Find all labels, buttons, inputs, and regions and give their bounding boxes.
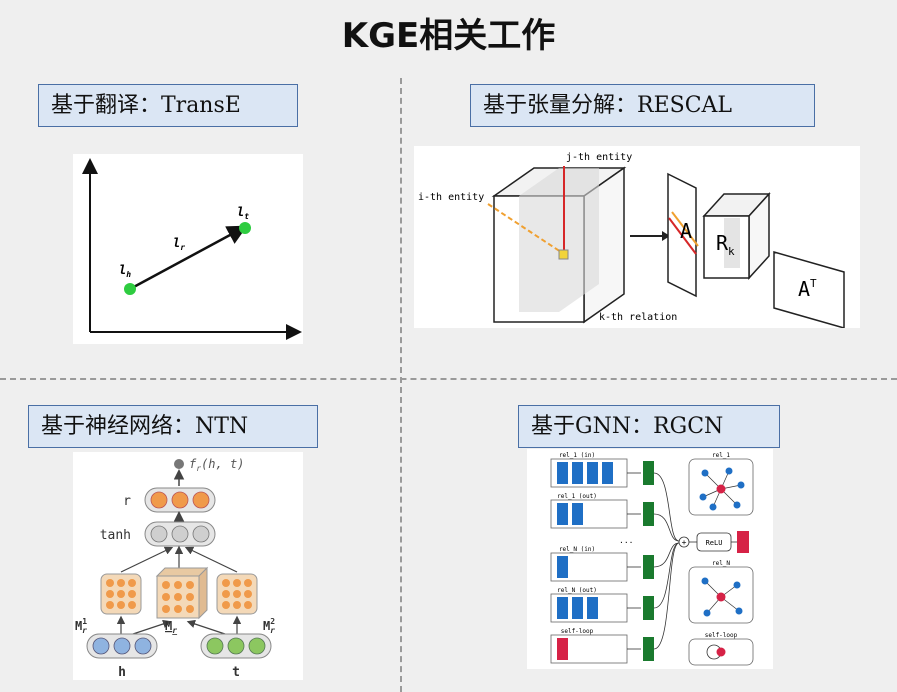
i-entity-label: i-th entity [418, 192, 484, 203]
rgcn-row: rel_N (in) [550, 546, 654, 582]
j-entity-label: j-th entity [566, 152, 632, 163]
rgcn-diagram: rel_1 (in) rel_1 (out) ... rel_N (in) re… [527, 449, 773, 669]
rescal-label: 基于张量分解：RESCAL [470, 84, 815, 127]
svg-text:M2r: M2 r [263, 617, 275, 635]
score-args: (h, t) [201, 457, 244, 471]
matrix-r-sub: k [728, 245, 735, 258]
rel-1-graph: rel_1 [688, 452, 754, 516]
self-loop-graph: self-loop [688, 632, 754, 666]
matrix-a-label: A [680, 219, 692, 243]
relation-vector [129, 225, 248, 291]
row-ellipsis: ... [619, 536, 633, 545]
rel-n-graph: rel_N [688, 560, 754, 624]
m1-sup: 1 [82, 617, 87, 626]
k-relation-label: k-th relation [599, 312, 677, 323]
relation-sub: r [180, 243, 185, 252]
graph-label: rel_N [712, 560, 730, 567]
h-label: h [118, 665, 126, 680]
rgcn-network: rel_1 (in) rel_1 (out) ... rel_N (in) re… [550, 452, 754, 666]
row-label: rel_1 (out) [557, 493, 597, 500]
rgcn-row: rel_1 (out) [550, 493, 654, 529]
mr-label: M [165, 619, 172, 633]
page-title: KGE相关工作 [341, 16, 556, 56]
rgcn-row: self-loop [550, 628, 654, 664]
rgcn-label: 基于GNN：RGCN [518, 405, 780, 448]
tensor-cell [558, 249, 569, 260]
sum-symbol: + [682, 538, 687, 547]
svg-text:lt: lt [237, 205, 249, 221]
row-label: rel_1 (in) [559, 452, 595, 459]
transe-diagram: lh lr lt [73, 154, 303, 344]
tanh-label: tanh [100, 528, 131, 543]
ntn-diagram: fr(h, t) r tanh M1 r Mr M2 r h t [73, 452, 303, 680]
head-sub: h [126, 270, 131, 279]
m2-sub: r [270, 626, 275, 635]
ntn-network: fr(h, t) r tanh M1 r Mr M2 r h t [75, 457, 275, 680]
m2-sup: 2 [270, 617, 275, 626]
mr-sub: r [172, 626, 177, 635]
tail-sub: t [244, 212, 249, 221]
rescal-diagram: j-th entity i-th entity k-th relation A … [414, 146, 860, 329]
matrix-at-sup: T [810, 277, 817, 290]
ntn-label: 基于神经网络：NTN [28, 405, 318, 448]
svg-text:lr: lr [173, 236, 185, 252]
svg-text:lh: lh [119, 263, 131, 279]
transe-plot: lh lr lt [82, 158, 302, 340]
row-label: rel_N (out) [557, 587, 597, 594]
tensor-slice [519, 168, 599, 312]
svg-text:fr(h, t): fr(h, t) [189, 457, 244, 473]
vertical-divider [400, 78, 402, 692]
transe-label: 基于翻译：TransE [38, 84, 298, 127]
rgcn-row: rel_N (out) [550, 587, 654, 623]
rescal-tensor: j-th entity i-th entity k-th relation A … [418, 152, 845, 329]
matrix-m1 [100, 573, 142, 615]
rgcn-row: rel_1 (in) [550, 452, 654, 488]
t-label: t [232, 665, 240, 680]
head-point [124, 283, 136, 295]
output-node [737, 531, 749, 553]
score-node [174, 459, 184, 469]
matrix-m2 [216, 573, 258, 615]
matrix-mr [155, 566, 209, 620]
svg-text:M1r: M1 r [75, 617, 87, 635]
matrix-r-label: R [716, 231, 729, 255]
graph-label: self-loop [705, 632, 738, 639]
graph-label: rel_1 [712, 452, 730, 459]
horizontal-divider [0, 378, 897, 380]
relation-label: l [173, 236, 180, 250]
tail-point [239, 222, 251, 234]
r-label: r [123, 494, 131, 509]
svg-text:Mr: Mr [165, 619, 177, 635]
relu-label: ReLU [706, 539, 723, 547]
matrix-at-label: A [798, 277, 810, 301]
m1-sub: r [82, 626, 87, 635]
tail-label: l [237, 205, 244, 219]
row-label: self-loop [561, 628, 594, 635]
row-label: rel_N (in) [559, 546, 595, 553]
head-label: l [119, 263, 126, 277]
